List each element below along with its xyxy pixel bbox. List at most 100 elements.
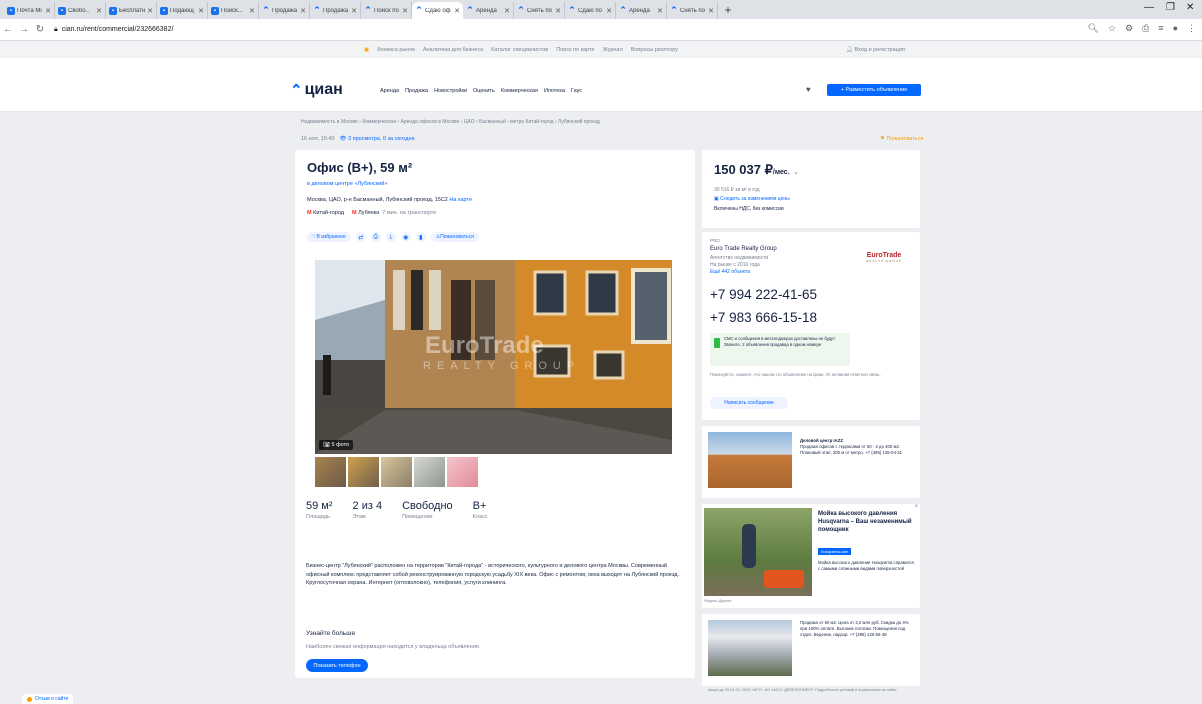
print-icon[interactable]: ⎙	[370, 232, 381, 242]
main-photo[interactable]: EuroTrade REALTY GROUP 📷︎ 5 фото	[315, 260, 672, 454]
new-tab-button[interactable]: +	[718, 2, 738, 19]
bookmark-star-icon[interactable]: ☆	[1108, 23, 1116, 34]
post-ad-button[interactable]: + Разместить объявление	[827, 84, 921, 96]
close-tab-icon[interactable]: ✕	[657, 7, 663, 15]
forward-icon[interactable]: →	[16, 24, 32, 35]
browser-tab[interactable]: ▪ Подающ ✕	[157, 2, 208, 19]
thumbnail[interactable]	[348, 457, 379, 487]
stats-icon[interactable]: ▮	[415, 232, 426, 242]
agency-logo[interactable]: EuroTrade REALTY GROUP	[864, 252, 904, 276]
metro-station[interactable]: M Лубянка 7 мин. на транспорте	[352, 210, 436, 216]
close-tab-icon[interactable]: ✕	[45, 7, 51, 15]
mail-icon: ▪	[7, 6, 15, 15]
close-tab-icon[interactable]: ✕	[402, 7, 408, 15]
write-message-button[interactable]: Написать сообщение	[710, 397, 788, 409]
spec-item: B+ Класс	[473, 500, 488, 520]
spec-label: Этаж	[352, 514, 366, 520]
promo-link[interactable]: Вопросы риэлтору	[631, 47, 678, 53]
browser-tab[interactable]: ⌃ Продажа ✕	[310, 2, 361, 19]
ad-domain-badge: husqvarna.com	[818, 548, 852, 555]
login-link[interactable]: 👤︎ Вход и регистрация	[846, 47, 905, 53]
close-tab-icon[interactable]: ✕	[147, 7, 153, 15]
breadcrumb[interactable]: Недвижимость в Москве › Коммерческая › А…	[301, 119, 600, 125]
promo-link[interactable]: Конкиса рынок	[377, 47, 415, 53]
zoom-icon[interactable]: 🔍︎	[1088, 23, 1099, 34]
browser-tab[interactable]: ⌃ Поиск по ✕	[361, 2, 412, 19]
thumbnail[interactable]	[315, 457, 346, 487]
favorites-heart-icon[interactable]: ♥	[806, 85, 811, 94]
maximize-icon[interactable]: ❐	[1166, 2, 1175, 13]
ad-card-2[interactable]: Мойка высокого давления Husqvarna – Ваш …	[702, 504, 920, 608]
close-tab-icon[interactable]: ✕	[351, 7, 357, 15]
reading-list-icon[interactable]: ≡	[1158, 23, 1163, 34]
views-count[interactable]: 👁︎ 3 просмотра, 0 за сегодня	[340, 136, 415, 142]
nav-item[interactable]: Аренда	[380, 88, 399, 94]
browser-tab[interactable]: ⌃ Сдаю по ✕	[565, 2, 616, 19]
ad-card-1[interactable]: Деловой центр IAZZ Продажа офисов с терра…	[702, 426, 920, 498]
close-tab-icon[interactable]: ✕	[96, 7, 102, 15]
nav-item[interactable]: Коммерческая	[501, 88, 538, 94]
browser-tab[interactable]: ▪ Поиск... ✕	[208, 2, 259, 19]
promo-link[interactable]: Каталог специалистов	[491, 47, 548, 53]
cian-logo[interactable]: ⌃ циан	[290, 81, 343, 99]
extension-icon[interactable]: ⚙	[1125, 23, 1133, 34]
close-tab-icon[interactable]: ✕	[454, 7, 460, 15]
hide-icon[interactable]: ◉	[400, 232, 411, 242]
browser-tab[interactable]: ⌃ Снять по ✕	[667, 2, 718, 19]
close-tab-icon[interactable]: ✕	[249, 7, 255, 15]
phone-number-2[interactable]: +7 983 666-15-18	[710, 310, 817, 325]
phone-number-1[interactable]: +7 994 222-41-65	[710, 287, 817, 302]
promo-link[interactable]: Аналитика для бизнеса	[423, 47, 483, 53]
listing-address: Москва, ЦАО, р-н Басманный, Лубянский пр…	[307, 197, 473, 203]
thumbnail[interactable]	[381, 457, 412, 487]
browser-tab[interactable]: ⌃ Снять по ✕	[514, 2, 565, 19]
url-field[interactable]: 🔒︎ cian.ru/rent/commercial/232666382/	[54, 26, 173, 34]
complain-link[interactable]: ⚑ Пожаловаться	[880, 136, 923, 142]
metro-station[interactable]: M Китай-город	[307, 210, 347, 216]
nav-item[interactable]: Ипотека	[544, 88, 565, 94]
reload-icon[interactable]: ↻	[32, 24, 48, 35]
business-center-link[interactable]: в деловом центре «Лубянский»	[307, 181, 387, 187]
browser-tab[interactable]: ▪ Почта Mi ✕	[4, 2, 55, 19]
download-icon[interactable]: ⤓	[385, 232, 396, 242]
menu-icon[interactable]: ⋮	[1187, 23, 1196, 34]
close-tab-icon[interactable]: ✕	[300, 7, 306, 15]
ad-card-3[interactable]: Продажа от 60 м2. Цена от 3,2 млн руб. С…	[702, 614, 920, 692]
photo-count-badge[interactable]: 📷︎ 5 фото	[319, 440, 354, 450]
favorite-button[interactable]: ♡ В избранное	[307, 232, 351, 242]
minimize-icon[interactable]: —	[1144, 2, 1154, 13]
track-price-link[interactable]: ▣ Следить за изменением цены	[714, 196, 790, 202]
close-tab-icon[interactable]: ✕	[504, 7, 510, 15]
browser-tab[interactable]: ⌃ Аренда ✕	[463, 2, 514, 19]
close-tab-icon[interactable]: ✕	[606, 7, 612, 15]
ad-close-icon[interactable]: ×	[914, 504, 918, 510]
browser-tab[interactable]: ⌃ Сдаю оф ✕	[412, 2, 463, 19]
printer-icon[interactable]: ⎙	[1142, 23, 1149, 34]
browser-tab[interactable]: ▪ Свобо.. ✕	[55, 2, 106, 19]
browser-tab[interactable]: ⌃ Продажа ✕	[259, 2, 310, 19]
browser-tab[interactable]: ▪ Бесплатн ✕	[106, 2, 157, 19]
show-phone-button[interactable]: Показать телефон	[306, 659, 368, 672]
chevron-down-icon[interactable]: ⌄	[793, 169, 799, 176]
compare-icon[interactable]: ⇄	[355, 232, 366, 242]
nav-item[interactable]: Оценить	[473, 88, 495, 94]
map-link[interactable]: На карте	[449, 197, 472, 203]
close-window-icon[interactable]: ✕	[1186, 2, 1194, 13]
back-icon[interactable]: ←	[0, 24, 16, 35]
thumbnail[interactable]	[447, 457, 478, 487]
close-tab-icon[interactable]: ✕	[555, 7, 561, 15]
promo-link[interactable]: Журнал	[603, 47, 623, 53]
close-tab-icon[interactable]: ✕	[708, 7, 714, 15]
agent-name[interactable]: Euro Trade Realty Group	[710, 246, 777, 252]
nav-item[interactable]: Продажа	[405, 88, 428, 94]
nav-item[interactable]: Новостройки	[434, 88, 467, 94]
promo-link[interactable]: Поиск по карте	[556, 47, 594, 53]
browser-tab[interactable]: ⌃ Аренда ✕	[616, 2, 667, 19]
feedback-button[interactable]: Отзыв о сайте	[22, 694, 74, 704]
close-tab-icon[interactable]: ✕	[198, 7, 204, 15]
profile-avatar[interactable]: ●	[1173, 23, 1178, 34]
complain-button[interactable]: ⚠ Пожаловаться	[430, 232, 479, 242]
thumbnail[interactable]	[414, 457, 445, 487]
agent-objects-link[interactable]: Ещё 442 объекта	[710, 269, 750, 275]
nav-item[interactable]: Гаус	[571, 88, 582, 94]
